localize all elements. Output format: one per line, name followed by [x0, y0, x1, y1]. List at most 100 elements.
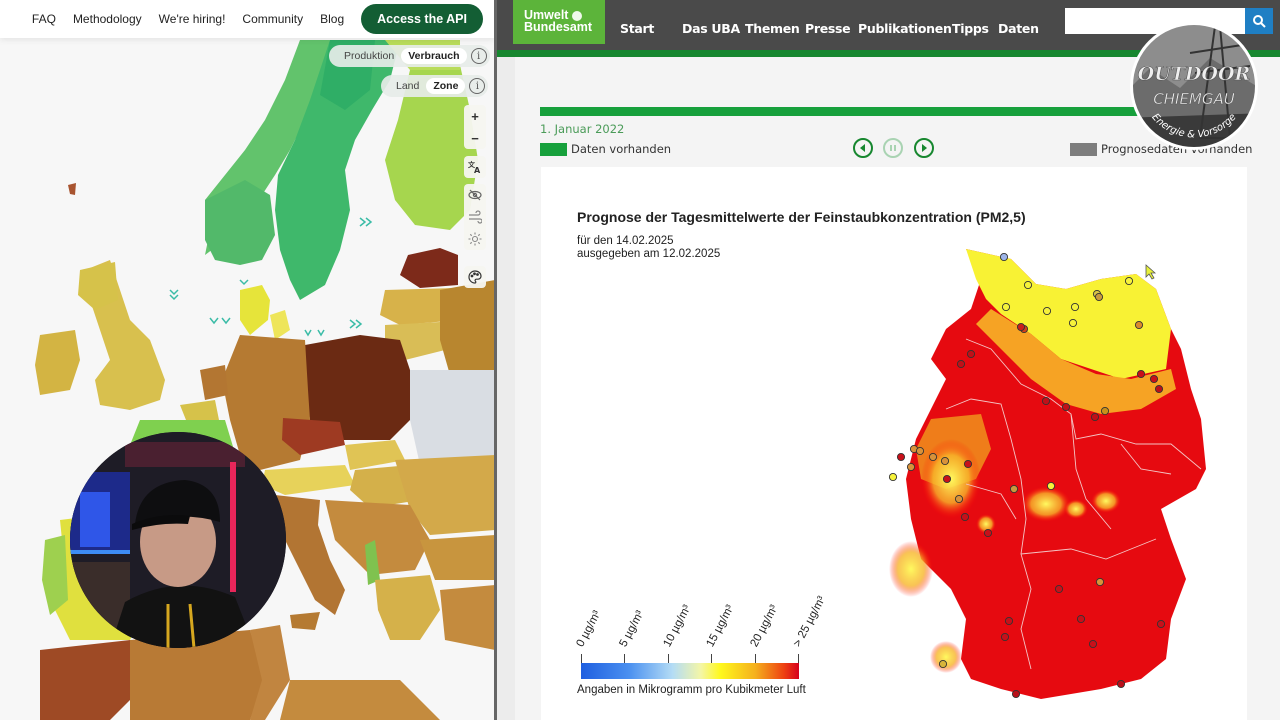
nav-start[interactable]: Start	[620, 21, 654, 36]
station-marker[interactable]	[1004, 616, 1014, 626]
station-marker[interactable]	[960, 512, 970, 522]
station-marker[interactable]	[1090, 412, 1100, 422]
toggle-option-verbrauch[interactable]: Verbrauch	[401, 48, 467, 64]
station-marker[interactable]	[1061, 402, 1071, 412]
scale-tick	[755, 654, 756, 663]
nav-themen[interactable]: Themen	[745, 21, 800, 36]
scale-tick	[581, 654, 582, 663]
station-marker[interactable]	[956, 359, 966, 369]
forecast-date: für den 14.02.2025	[577, 235, 674, 247]
map-region-belarus	[440, 280, 495, 380]
next-button[interactable]	[914, 138, 934, 158]
station-marker[interactable]	[1154, 384, 1164, 394]
color-scale-bar	[581, 663, 799, 679]
station-marker[interactable]	[1100, 406, 1110, 416]
station-marker[interactable]	[915, 446, 925, 456]
station-marker[interactable]	[1094, 292, 1104, 302]
legend-swatch-forecast	[1070, 142, 1097, 156]
info-icon[interactable]: i	[469, 78, 486, 94]
zoom-out-button[interactable]: −	[464, 127, 486, 149]
station-marker[interactable]	[1116, 679, 1126, 689]
scale-tick	[668, 654, 669, 663]
station-marker[interactable]	[888, 472, 898, 482]
uba-logo[interactable]: Umwelt Bundesamt	[513, 0, 605, 44]
palette-control	[464, 266, 486, 288]
station-marker[interactable]	[1023, 280, 1033, 290]
station-marker[interactable]	[1136, 369, 1146, 379]
station-marker[interactable]	[1016, 322, 1026, 332]
zoom-in-button[interactable]: +	[464, 105, 486, 127]
nav-link-methodology[interactable]: Methodology	[73, 12, 142, 26]
station-marker[interactable]	[1134, 320, 1144, 330]
station-marker[interactable]	[928, 452, 938, 462]
scale-tick	[711, 654, 712, 663]
layer-controls	[464, 184, 486, 250]
nav-link-blog[interactable]: Blog	[320, 12, 344, 26]
station-marker[interactable]	[963, 459, 973, 469]
nav-presse[interactable]: Presse	[805, 21, 851, 36]
mouse-cursor	[1145, 264, 1157, 280]
nav-das-uba[interactable]: Das UBA	[682, 21, 740, 36]
legend-swatch-available	[540, 142, 567, 156]
station-marker[interactable]	[954, 494, 964, 504]
station-marker[interactable]	[940, 456, 950, 466]
station-marker[interactable]	[1149, 374, 1159, 384]
nav-tipps[interactable]: Tipps	[952, 21, 989, 36]
nav-link-faq[interactable]: FAQ	[32, 12, 56, 26]
station-marker[interactable]	[1000, 632, 1010, 642]
nav-link-hiring[interactable]: We're hiring!	[159, 12, 226, 26]
solar-icon[interactable]	[464, 228, 486, 250]
chart-title: Prognose der Tagesmittelwerte der Feinst…	[577, 209, 1026, 225]
germany-pm25-map[interactable]	[871, 239, 1221, 709]
access-api-button[interactable]: Access the API	[361, 4, 483, 34]
timeline-progress[interactable]	[540, 107, 1140, 116]
station-marker[interactable]	[1095, 577, 1105, 587]
station-marker[interactable]	[1070, 302, 1080, 312]
info-icon[interactable]: i	[470, 48, 487, 64]
nav-publikationen[interactable]: Publikationen	[858, 21, 952, 36]
split-divider[interactable]	[494, 0, 497, 720]
station-marker[interactable]	[1054, 584, 1064, 594]
issue-date: ausgegeben am 12.02.2025	[577, 248, 721, 260]
station-marker[interactable]	[966, 349, 976, 359]
pm25-forecast-card: Prognose der Tagesmittelwerte der Feinst…	[541, 167, 1247, 720]
station-marker[interactable]	[1076, 614, 1086, 624]
previous-button[interactable]	[853, 138, 873, 158]
station-marker[interactable]	[1124, 276, 1134, 286]
badge-line-2: CHIEMGAU	[1153, 90, 1234, 108]
station-marker[interactable]	[938, 659, 948, 669]
map-region-turkey	[440, 585, 495, 650]
station-marker[interactable]	[1041, 396, 1051, 406]
timeline-date: 1. Januar 2022	[540, 122, 625, 136]
nav-daten[interactable]: Daten	[998, 21, 1039, 36]
next-icon	[922, 144, 927, 152]
station-marker[interactable]	[1156, 619, 1166, 629]
scale-tick	[798, 654, 799, 663]
nav-link-community[interactable]: Community	[242, 12, 303, 26]
station-marker[interactable]	[942, 474, 952, 484]
legend-data-available: Daten vorhanden	[540, 142, 671, 156]
station-marker[interactable]	[1001, 302, 1011, 312]
toggle-option-zone[interactable]: Zone	[426, 78, 466, 94]
station-marker[interactable]	[1068, 318, 1078, 328]
station-marker[interactable]	[1011, 689, 1021, 699]
toggle-option-produktion[interactable]: Produktion	[337, 48, 401, 64]
station-marker[interactable]	[1088, 639, 1098, 649]
pause-button[interactable]	[883, 138, 903, 158]
map-region-ukraine	[410, 370, 495, 465]
station-marker[interactable]	[1042, 306, 1052, 316]
toggle-option-land[interactable]: Land	[389, 78, 426, 94]
wind-icon[interactable]	[464, 206, 486, 228]
outdoor-chiemgau-badge: OUTDOOR CHIEMGAU Energie & Vorsorge	[1130, 22, 1258, 150]
top-navigation: FAQ Methodology We're hiring! Community …	[0, 0, 495, 38]
station-marker[interactable]	[983, 528, 993, 538]
visibility-off-icon[interactable]	[464, 184, 486, 206]
scale-label-5: 5 µg/m³	[617, 608, 647, 649]
station-marker[interactable]	[906, 462, 916, 472]
station-marker[interactable]	[999, 252, 1009, 262]
station-marker[interactable]	[1046, 481, 1056, 491]
station-marker[interactable]	[896, 452, 906, 462]
language-icon[interactable]: 文A	[464, 156, 486, 178]
station-marker[interactable]	[1009, 484, 1019, 494]
palette-icon[interactable]	[464, 266, 486, 288]
